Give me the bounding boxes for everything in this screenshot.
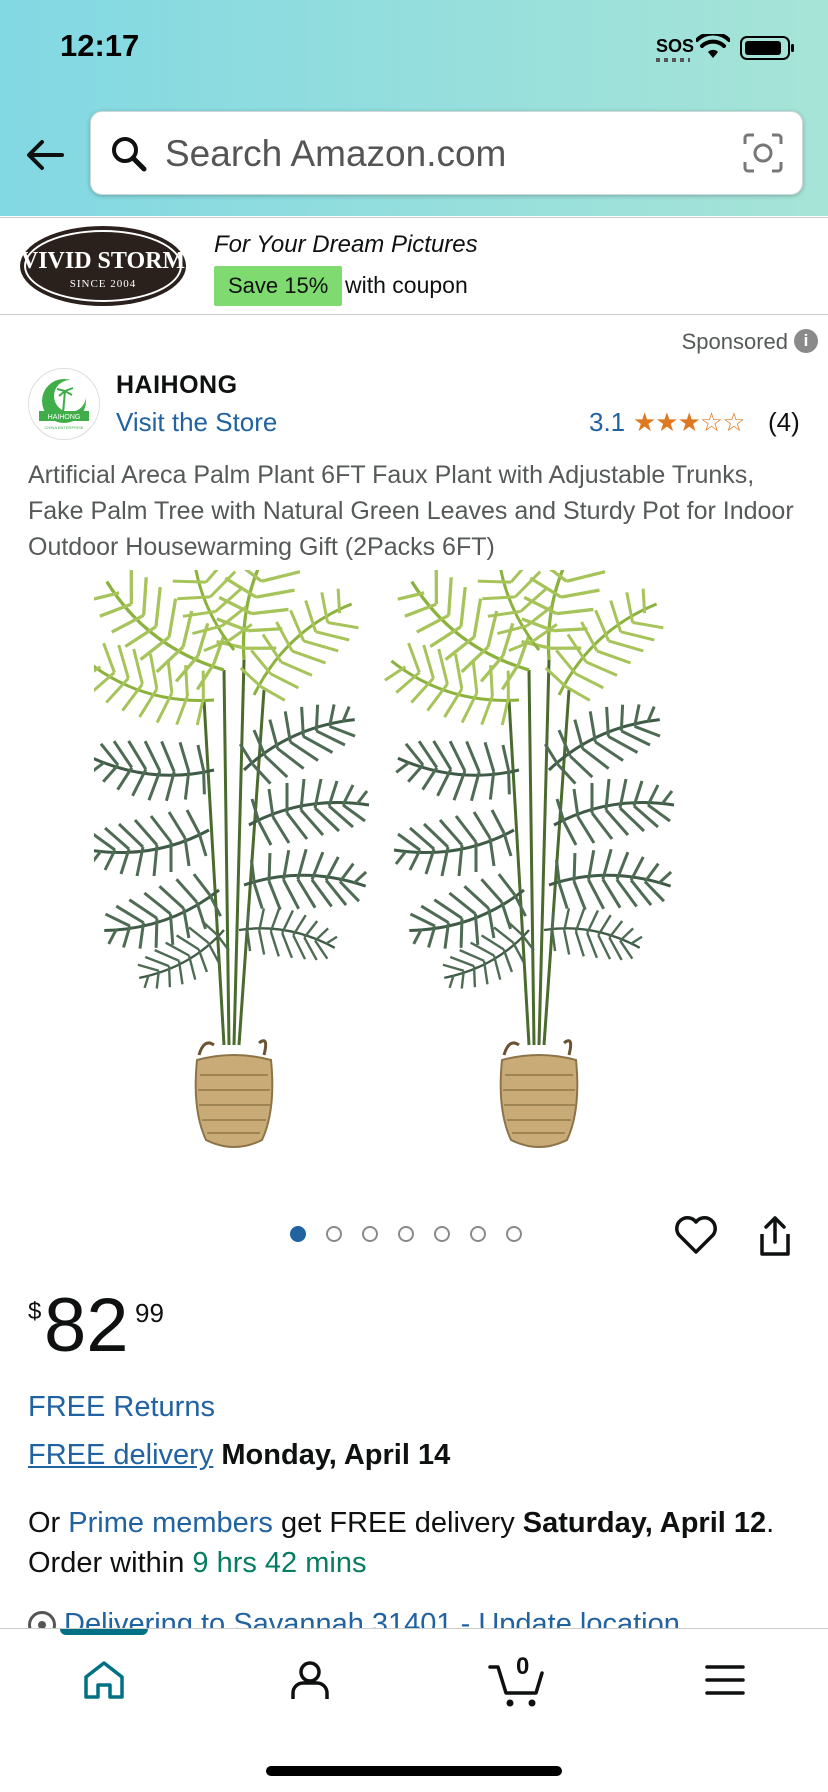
share-icon[interactable] (756, 1214, 794, 1258)
review-count[interactable]: (4) (768, 407, 800, 438)
image-carousel-dots[interactable] (290, 1226, 522, 1242)
carousel-dot[interactable] (506, 1226, 522, 1242)
free-delivery-link[interactable]: FREE delivery (28, 1439, 213, 1471)
free-returns-link[interactable]: FREE Returns (28, 1391, 215, 1424)
star-rating[interactable]: ★★★☆☆ (633, 407, 746, 438)
prime-delivery-date: Saturday, April 12 (522, 1507, 767, 1539)
carousel-dot[interactable] (362, 1226, 378, 1242)
carousel-dot[interactable] (398, 1226, 414, 1242)
prime-prefix: Or (28, 1507, 61, 1539)
rating-value[interactable]: 3.1 (589, 407, 625, 438)
search-input[interactable] (163, 126, 727, 182)
svg-text:HAIHONG: HAIHONG (48, 414, 81, 421)
prime-middle-text: get FREE delivery (281, 1507, 515, 1539)
carousel-dot[interactable] (326, 1226, 342, 1242)
svg-text:CHINA ENTERPRISE: CHINA ENTERPRISE (45, 425, 84, 430)
ad-tagline: For Your Dream Pictures (214, 231, 478, 258)
prime-members-link[interactable]: Prime members (68, 1507, 273, 1539)
active-tab-indicator (60, 1629, 148, 1635)
sos-indicator: SOS (656, 36, 695, 56)
account-icon[interactable] (288, 1659, 332, 1701)
coupon-text: with coupon (345, 272, 468, 298)
visit-store-link[interactable]: Visit the Store (116, 407, 277, 438)
status-time: 12:17 (60, 28, 140, 63)
delivery-date: Monday, April 14 (221, 1439, 451, 1471)
search-icon (112, 137, 147, 172)
logo-since-text: SINCE 2004 (69, 278, 137, 290)
price-whole: 82 (44, 1283, 129, 1368)
prime-end: . (766, 1507, 775, 1539)
carousel-dot[interactable] (434, 1226, 450, 1242)
battery-icon (740, 36, 794, 60)
carousel-dot[interactable] (290, 1226, 306, 1242)
haihong-logo-icon: HAIHONG CHINA ENTERPRISE (39, 379, 89, 430)
signal-dots-icon (656, 58, 690, 62)
search-bar[interactable] (90, 111, 803, 195)
logo-brand-text: VIVID STORM (20, 248, 186, 274)
cart-button[interactable]: 0 (488, 1653, 548, 1709)
menu-icon[interactable] (704, 1663, 746, 1697)
store-name: HAIHONG (116, 371, 238, 399)
info-icon[interactable]: i (794, 329, 818, 353)
product-image[interactable] (94, 570, 734, 1160)
order-countdown: 9 hrs 42 mins (192, 1547, 367, 1579)
home-icon[interactable] (82, 1659, 126, 1701)
sponsored-label: Sponsored (681, 329, 788, 354)
cart-count: 0 (516, 1653, 530, 1680)
back-arrow-icon[interactable] (22, 132, 68, 178)
prime-delivery-info: Or Prime members get FREE delivery Satur… (28, 1503, 818, 1583)
coupon-badge: Save 15% (214, 266, 343, 306)
header: 12:17 SOS (0, 0, 828, 216)
home-indicator (266, 1766, 562, 1776)
vivid-storm-logo: VIVID STORM SINCE 2004 (20, 226, 186, 306)
wifi-icon (696, 34, 730, 58)
heart-icon[interactable] (674, 1214, 718, 1256)
store-logo[interactable]: HAIHONG CHINA ENTERPRISE (28, 368, 100, 440)
price-fraction: 99 (135, 1298, 164, 1328)
price-symbol: $ (28, 1298, 42, 1325)
sponsored-brand-banner[interactable]: VIVID STORM SINCE 2004 For Your Dream Pi… (0, 217, 828, 315)
carousel-dot[interactable] (470, 1226, 486, 1242)
order-within-label: Order within (28, 1547, 185, 1579)
product-title: Artificial Areca Palm Plant 6FT Faux Pla… (28, 461, 794, 561)
delivery-info: FREE delivery Monday, April 14 (28, 1439, 450, 1472)
camera-search-icon[interactable] (742, 132, 784, 174)
